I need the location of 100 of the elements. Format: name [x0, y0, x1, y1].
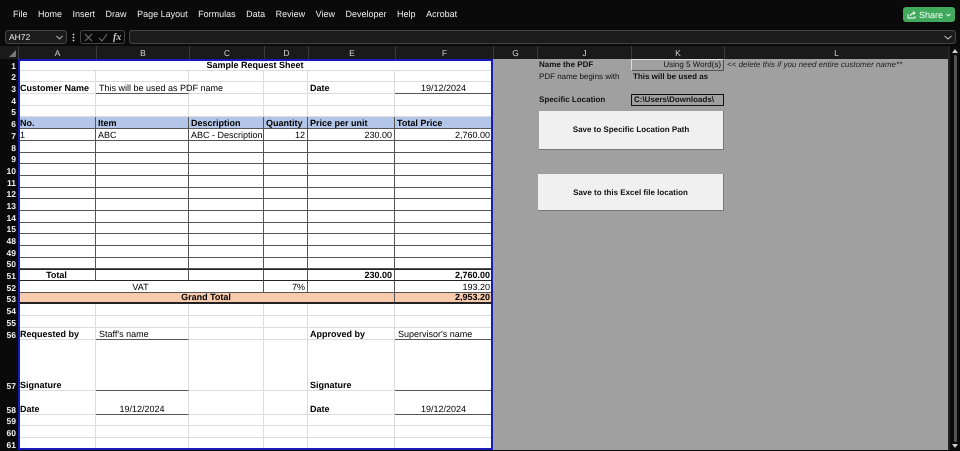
sheet-cell[interactable] [18, 222, 96, 234]
row-header[interactable]: 3 [0, 82, 18, 94]
scroll-thumb[interactable] [954, 55, 956, 442]
sheet-cell[interactable] [189, 246, 264, 258]
row-header[interactable]: 58 [0, 390, 18, 414]
sheet-cell[interactable] [96, 140, 189, 152]
column-header[interactable]: G [493, 46, 537, 59]
sheet-cell[interactable] [18, 176, 96, 188]
sheet-cell[interactable] [308, 246, 395, 258]
sheet-cell[interactable] [18, 258, 96, 270]
sheet-cell[interactable] [264, 176, 308, 188]
row-header[interactable]: 4 [0, 94, 18, 106]
sheet-cell[interactable] [264, 210, 308, 223]
sheet-cell[interactable] [264, 164, 308, 176]
row-header[interactable]: 60 [0, 426, 18, 438]
sheet-cell[interactable] [96, 176, 189, 188]
row-header[interactable]: 51 [0, 269, 18, 282]
row-header[interactable]: 9 [0, 152, 18, 164]
row-header[interactable]: 5 [0, 106, 18, 118]
row-header[interactable]: 15 [0, 222, 18, 234]
row-header[interactable]: 7 [0, 129, 18, 141]
sheet-cell[interactable] [18, 234, 96, 246]
sheet-cell[interactable] [96, 199, 189, 211]
sheet-cell[interactable] [308, 176, 395, 188]
sheet-cell[interactable] [96, 164, 189, 176]
sheet-cell[interactable] [96, 234, 189, 246]
sheet-cell[interactable] [96, 258, 189, 270]
name-box[interactable]: AH72 [5, 30, 67, 44]
sheet-cell[interactable] [18, 199, 96, 211]
sheet-cell[interactable] [264, 234, 308, 246]
sheet-cell[interactable] [18, 188, 96, 200]
sheet-cell[interactable] [308, 234, 395, 246]
menu-item[interactable]: Developer [346, 9, 387, 19]
save-button[interactable]: Save to Specific Location Path [539, 110, 724, 150]
column-header[interactable]: D [264, 46, 308, 59]
sheet-cell[interactable] [189, 258, 264, 270]
menu-item[interactable]: Insert [72, 9, 96, 19]
menu-item[interactable]: Page Layout [137, 9, 188, 19]
sheet-cell[interactable] [264, 246, 308, 258]
sheet-cell[interactable] [96, 210, 189, 223]
row-header[interactable]: 14 [0, 210, 18, 223]
row-header[interactable]: 12 [0, 188, 18, 200]
vertical-scrollbar[interactable] [948, 46, 960, 450]
sheet-cell[interactable] [264, 269, 308, 282]
row-header[interactable]: 57 [0, 340, 18, 390]
insert-function-button[interactable]: fx [113, 32, 122, 42]
sheet-cell[interactable] [308, 152, 395, 164]
sheet-cell[interactable] [308, 222, 395, 234]
menu-item[interactable]: File [13, 9, 28, 19]
row-header[interactable]: 54 [0, 304, 18, 316]
sheet-cell[interactable] [264, 258, 308, 270]
sheet-cell[interactable] [18, 140, 96, 152]
menu-item[interactable]: View [316, 9, 336, 19]
path-field[interactable]: C:\Users\Downloads\ [631, 94, 724, 106]
row-header[interactable]: 52 [0, 281, 18, 293]
menu-item[interactable]: Formulas [198, 9, 236, 19]
column-header[interactable]: F [395, 46, 493, 59]
row-header[interactable]: 1 [0, 59, 18, 71]
sheet-cell[interactable] [308, 210, 395, 223]
sheet-cell[interactable] [189, 199, 264, 211]
row-header[interactable]: 53 [0, 292, 18, 304]
menu-item[interactable]: Data [246, 9, 266, 19]
row-header[interactable]: 2 [0, 70, 18, 82]
row-header[interactable]: 11 [0, 176, 18, 188]
column-header[interactable]: K [631, 46, 724, 59]
row-header[interactable]: 56 [0, 328, 18, 340]
sheet-cell[interactable] [308, 188, 395, 200]
menu-item[interactable]: Draw [106, 9, 127, 19]
sheet-cell[interactable] [96, 188, 189, 200]
column-header[interactable]: E [308, 46, 395, 59]
sheet-cell[interactable] [96, 222, 189, 234]
sheet-cell[interactable] [189, 210, 264, 223]
row-header[interactable]: 55 [0, 316, 18, 328]
row-header[interactable]: 50 [0, 258, 18, 270]
row-header[interactable]: 8 [0, 140, 18, 152]
row-header[interactable]: 49 [0, 246, 18, 258]
menu-item[interactable]: Home [38, 9, 62, 19]
sheet-cell[interactable] [18, 152, 96, 164]
formula-input[interactable] [129, 30, 956, 44]
row-header[interactable]: 61 [0, 438, 18, 450]
sheet-cell[interactable] [189, 152, 264, 164]
sheet-cell[interactable] [189, 188, 264, 200]
sheet-cell[interactable] [264, 222, 308, 234]
column-header[interactable]: J [537, 46, 631, 59]
column-header[interactable]: B [96, 46, 189, 59]
row-header[interactable]: 6 [0, 117, 18, 130]
column-header[interactable]: L [724, 46, 948, 59]
sheet-cell[interactable] [96, 152, 189, 164]
sheet-cell[interactable] [189, 222, 264, 234]
sheet-cell[interactable] [18, 210, 96, 223]
sheet-cell[interactable] [18, 164, 96, 176]
sheet-cell[interactable] [189, 164, 264, 176]
menu-item[interactable]: Review [276, 9, 306, 19]
row-header[interactable]: 48 [0, 234, 18, 246]
sheet-cell[interactable] [308, 258, 395, 270]
sheet-cell[interactable] [264, 188, 308, 200]
sheet-cell[interactable] [189, 140, 264, 152]
sheet-cell[interactable] [96, 246, 189, 258]
sheet-cell[interactable] [264, 152, 308, 164]
row-header[interactable]: 10 [0, 164, 18, 176]
